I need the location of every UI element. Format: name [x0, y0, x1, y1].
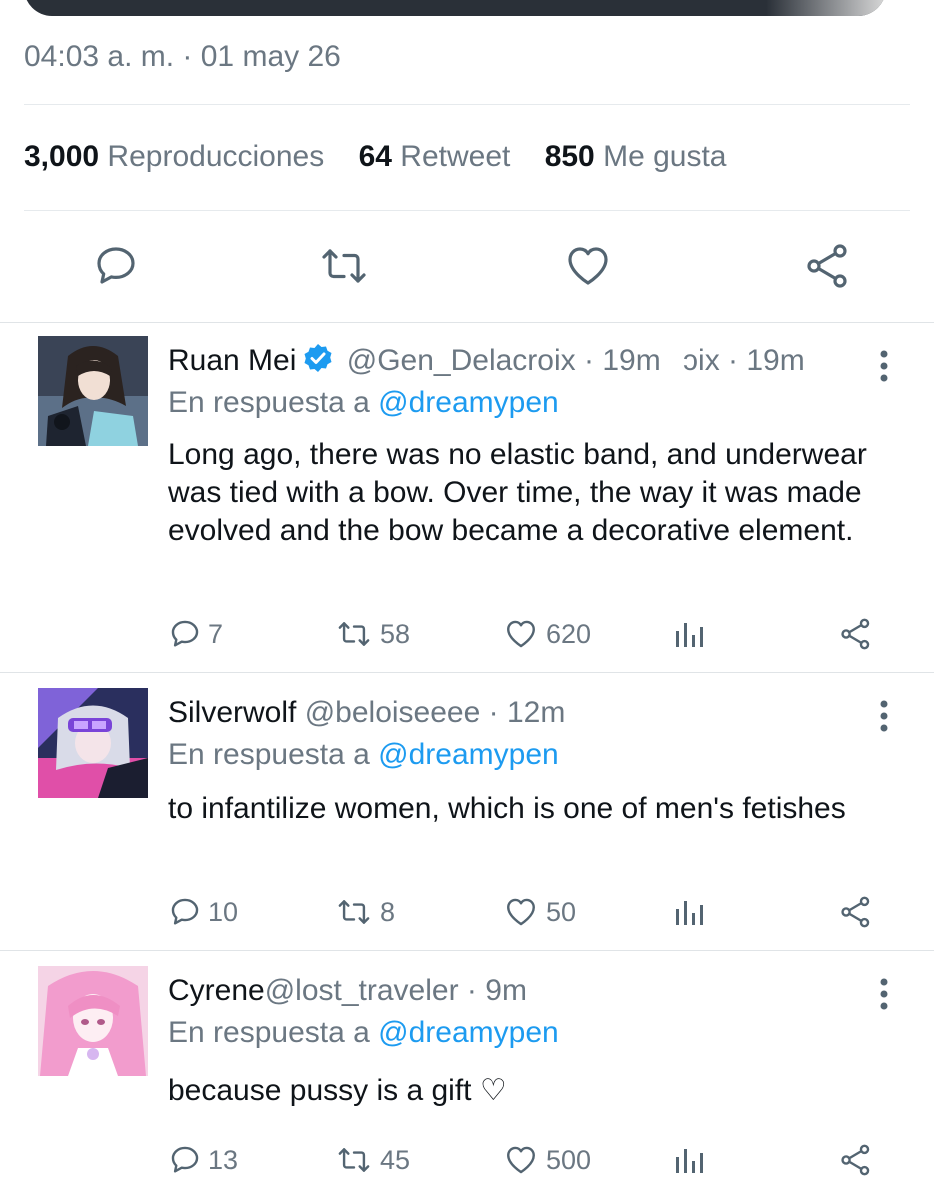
reply-button[interactable]: 10 — [168, 892, 238, 932]
more-options-icon[interactable] — [872, 974, 896, 1014]
retweet-icon — [338, 900, 370, 924]
share-icon[interactable] — [804, 242, 852, 290]
retweets-count: 64 — [358, 140, 392, 173]
reply-action-bar: 10 8 50 — [0, 892, 934, 932]
share-icon — [841, 1144, 870, 1176]
tweet-stats: 3,000 Reproducciones 64 Retweet 850 Me g… — [24, 140, 753, 174]
retweet-button[interactable]: 58 — [334, 614, 410, 654]
reply-icon — [171, 898, 199, 925]
reply-action-bar: 7 58 620 — [0, 614, 934, 654]
share-icon — [841, 618, 870, 650]
verified-badge-icon — [304, 344, 332, 372]
more-options-icon[interactable] — [872, 696, 896, 736]
reply-count: 10 — [208, 896, 239, 927]
like-icon — [507, 620, 535, 648]
reply-text: Long ago, there was no elastic band, and… — [168, 438, 867, 547]
reply-to-label: En respuesta a — [168, 386, 370, 419]
reply-to-mention[interactable]: @dreamypen — [378, 1016, 559, 1049]
share-button[interactable] — [838, 1140, 880, 1180]
reply-time[interactable]: 19m — [602, 344, 660, 377]
display-name[interactable]: Ruan Mei — [168, 344, 296, 377]
tweet-timestamp: 04:03 a. m. · 01 may 26 — [24, 40, 341, 73]
avatar[interactable] — [38, 688, 148, 798]
user-handle[interactable]: @beloiseeee — [305, 696, 481, 729]
like-button[interactable]: 620 — [502, 614, 591, 654]
separator: · — [466, 974, 477, 1007]
reply-count: 7 — [208, 618, 224, 649]
like-count: 50 — [546, 896, 577, 927]
share-button[interactable] — [838, 614, 880, 654]
analytics-button[interactable] — [672, 614, 712, 654]
reply-button[interactable]: 13 — [168, 1140, 238, 1180]
retweet-count: 58 — [380, 618, 411, 649]
like-count: 620 — [546, 618, 592, 649]
reply-to-line: En respuesta a @dreamypen — [168, 386, 559, 420]
avatar[interactable] — [38, 966, 148, 1076]
analytics-icon — [676, 623, 703, 647]
divider — [24, 210, 910, 211]
reply-text: because pussy is a gift ♡ — [168, 1074, 507, 1107]
media-preview-edge[interactable] — [24, 0, 886, 16]
share-icon — [841, 896, 870, 928]
reply-header: Cyrene@lost_traveler · 9m — [168, 974, 527, 1008]
views-stat[interactable]: 3,000 Reproducciones — [24, 140, 324, 173]
retweet-icon[interactable] — [320, 242, 368, 290]
reply-action-bar: 13 45 500 — [0, 1140, 934, 1180]
reply-to-mention[interactable]: @dreamypen — [378, 738, 559, 771]
more-options-icon[interactable] — [872, 346, 896, 386]
retweet-count: 8 — [380, 896, 396, 927]
reply-time[interactable]: 12m — [507, 696, 565, 729]
divider — [0, 322, 934, 323]
separator: · — [488, 696, 499, 729]
retweets-stat[interactable]: 64 Retweet — [359, 140, 511, 173]
retweets-label: Retweet — [400, 140, 511, 173]
reply-button[interactable]: 7 — [168, 614, 223, 654]
analytics-icon — [676, 901, 703, 925]
display-name[interactable]: Cyrene — [168, 974, 265, 1007]
like-icon — [507, 1146, 535, 1174]
views-count: 3,000 — [24, 140, 100, 173]
reply-to-label: En respuesta a — [168, 738, 370, 771]
reply-time[interactable]: 9m — [485, 974, 527, 1007]
reply-icon — [171, 620, 199, 647]
reply-icon[interactable] — [92, 242, 140, 290]
likes-stat[interactable]: 850 Me gusta — [545, 140, 727, 173]
analytics-button[interactable] — [672, 1140, 712, 1180]
like-count: 500 — [546, 1144, 592, 1175]
divider — [24, 104, 910, 105]
like-button[interactable]: 50 — [502, 892, 576, 932]
retweet-button[interactable]: 8 — [334, 892, 395, 932]
like-icon — [507, 898, 535, 926]
reply-header: Silverwolf @beloiseeee · 12m — [168, 696, 565, 730]
avatar[interactable] — [38, 336, 148, 446]
retweet-icon — [338, 622, 370, 646]
user-handle[interactable]: @lost_traveler — [265, 974, 459, 1007]
retweet-button[interactable]: 45 — [334, 1140, 410, 1180]
retweet-icon — [338, 1148, 370, 1172]
like-button[interactable]: 500 — [502, 1140, 591, 1180]
divider — [0, 672, 934, 673]
reply-to-label: En respuesta a — [168, 1016, 370, 1049]
divider — [0, 950, 934, 951]
tweet-action-bar — [0, 236, 934, 296]
reply-icon — [171, 1146, 199, 1173]
share-button[interactable] — [838, 892, 880, 932]
views-label: Reproducciones — [107, 140, 325, 173]
analytics-icon — [676, 1149, 703, 1173]
reply-to-mention[interactable]: @dreamypen — [378, 386, 559, 419]
separator: · — [583, 344, 594, 377]
overlapping-text-artifact: ɔix · 19m — [683, 344, 805, 377]
likes-count: 850 — [544, 140, 595, 173]
like-icon[interactable] — [564, 242, 612, 290]
analytics-button[interactable] — [672, 892, 712, 932]
likes-label: Me gusta — [603, 140, 727, 173]
reply-text: to infantilize women, which is one of me… — [168, 792, 846, 825]
retweet-count: 45 — [380, 1144, 411, 1175]
reply-to-line: En respuesta a @dreamypen — [168, 1016, 559, 1050]
reply-to-line: En respuesta a @dreamypen — [168, 738, 559, 772]
reply-count: 13 — [208, 1144, 239, 1175]
display-name[interactable]: Silverwolf — [168, 696, 296, 729]
user-handle[interactable]: @Gen_Delacroix — [347, 344, 576, 377]
reply-header: Ruan Mei @Gen_Delacroix · 19m ɔix · 19m — [168, 342, 805, 378]
